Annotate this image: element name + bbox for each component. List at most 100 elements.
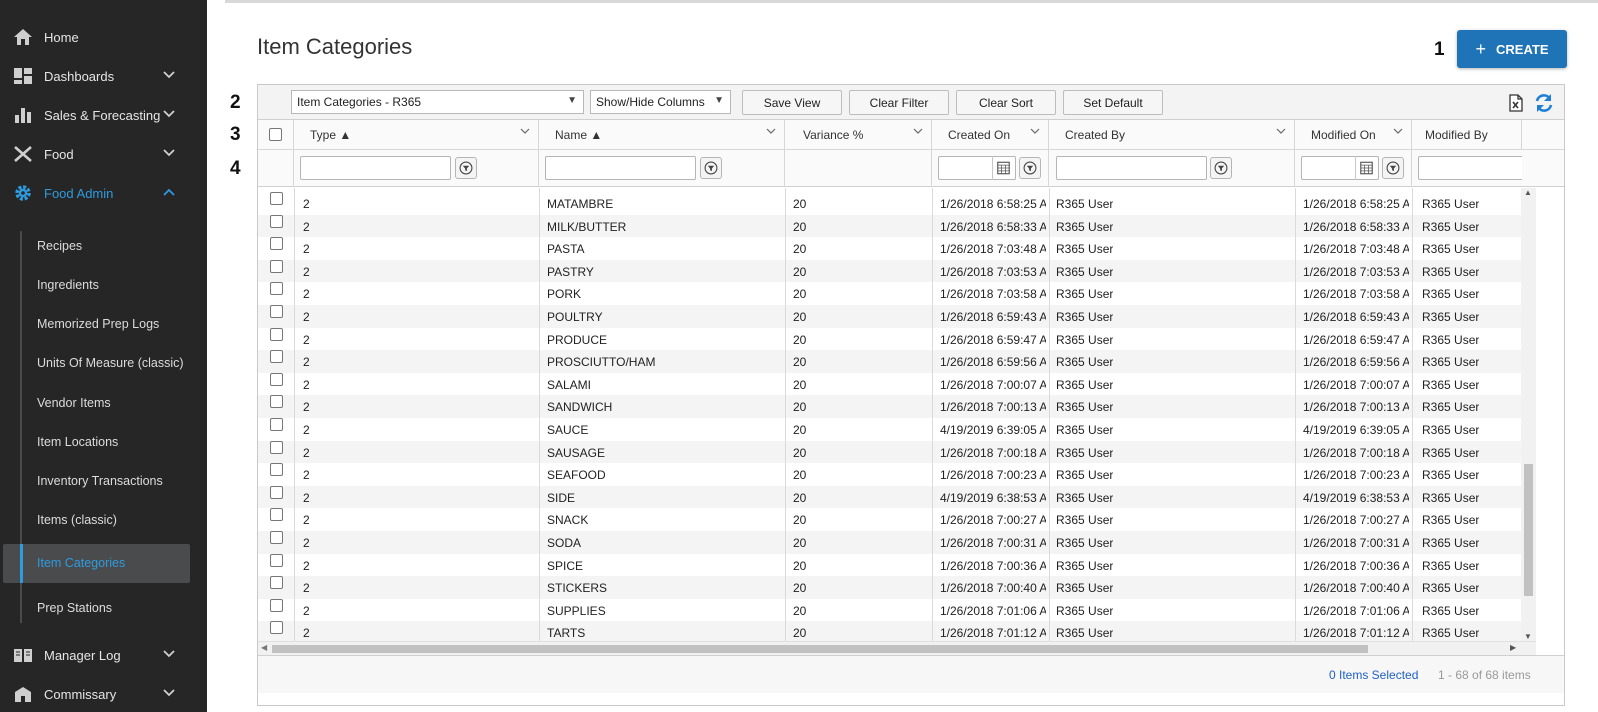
nav-sales-forecasting[interactable]: Sales & Forecasting xyxy=(0,98,207,132)
sub-item-inventory-transactions[interactable]: Inventory Transactions xyxy=(0,464,207,498)
table-row[interactable]: 2 PASTRY 20 1/26/2018 7:03:53 AM R365 User 1/… xyxy=(258,259,1521,283)
row-checkbox[interactable] xyxy=(270,327,283,341)
modified-by-filter-input[interactable] xyxy=(1418,156,1522,180)
scroll-down-icon[interactable]: ▼ xyxy=(1524,632,1532,641)
row-checkbox[interactable] xyxy=(270,237,283,251)
column-header-name[interactable]: Name ▲ xyxy=(539,120,785,150)
table-row[interactable]: 2 SUPPLIES 20 1/26/2018 7:01:06 AM R365 User… xyxy=(258,598,1521,622)
table-row[interactable]: 2 SANDWICH 20 1/26/2018 7:00:13 AM R365 User… xyxy=(258,395,1521,418)
horizontal-scrollbar[interactable]: ◀ ▶ xyxy=(258,641,1536,655)
row-checkbox[interactable] xyxy=(270,508,283,522)
row-checkbox[interactable] xyxy=(270,372,283,386)
row-checkbox[interactable] xyxy=(270,463,283,477)
chevron-down-icon[interactable] xyxy=(766,126,776,136)
sub-item-items-classic[interactable]: Items (classic) xyxy=(0,503,207,537)
create-button[interactable]: + CREATE xyxy=(1457,30,1567,68)
nav-manager-log[interactable]: Manager Log xyxy=(0,638,207,672)
row-checkbox[interactable] xyxy=(270,598,283,612)
column-header-modified-by[interactable]: Modified By xyxy=(1412,120,1522,150)
column-header-created-by[interactable]: Created By xyxy=(1049,120,1295,150)
chevron-down-icon[interactable] xyxy=(162,647,176,661)
table-row[interactable]: 2 PROSCIUTTO/HAM 20 1/26/2018 6:59:56 AM R36… xyxy=(258,350,1521,373)
table-row[interactable]: 2 SEAFOOD 20 1/26/2018 7:00:23 AM R365 User 1… xyxy=(258,463,1521,486)
chevron-down-icon[interactable] xyxy=(162,68,176,82)
sub-item-memorized-prep-logs[interactable]: Memorized Prep Logs xyxy=(0,307,207,341)
sub-item-item-categories[interactable]: Item Categories xyxy=(3,544,190,583)
type-filter-input[interactable] xyxy=(300,156,451,180)
filter-icon[interactable] xyxy=(455,157,477,179)
chevron-down-icon[interactable] xyxy=(1030,126,1040,136)
row-checkbox[interactable] xyxy=(270,418,283,431)
table-row[interactable]: 2 SALAMI 20 1/26/2018 7:00:07 AM R365 User 1/… xyxy=(258,372,1521,396)
clear-sort-button[interactable]: Clear Sort xyxy=(956,90,1056,115)
chevron-down-icon[interactable] xyxy=(1393,126,1403,136)
chevron-down-icon[interactable] xyxy=(162,146,176,160)
row-checkbox[interactable] xyxy=(270,531,283,544)
filter-icon[interactable] xyxy=(1210,157,1232,179)
nav-food[interactable]: Food xyxy=(0,137,207,171)
columns-select[interactable]: Show/Hide Columns ▼ xyxy=(590,90,731,114)
sub-item-recipes[interactable]: Recipes xyxy=(0,229,207,263)
chevron-down-icon[interactable] xyxy=(162,107,176,121)
filter-icon[interactable] xyxy=(1382,157,1404,179)
column-header-modified-on[interactable]: Modified On xyxy=(1295,120,1412,150)
vertical-scrollbar[interactable]: ▲ ▼ xyxy=(1521,188,1536,646)
table-row[interactable]: 2 SODA 20 1/26/2018 7:00:31 AM R365 User 1/26… xyxy=(258,531,1521,554)
refresh-icon[interactable] xyxy=(1534,93,1554,113)
row-checkbox[interactable] xyxy=(270,395,283,409)
row-checkbox[interactable] xyxy=(270,621,283,635)
created-by-filter-input[interactable] xyxy=(1056,156,1207,180)
calendar-icon[interactable] xyxy=(992,156,1014,180)
name-filter-input[interactable] xyxy=(545,156,696,180)
row-checkbox[interactable] xyxy=(270,440,283,454)
select-all-checkbox[interactable] xyxy=(269,128,282,141)
sub-item-vendor-items[interactable]: Vendor Items xyxy=(0,386,207,420)
table-row[interactable]: 2 SPICE 20 1/26/2018 7:00:36 AM R365 User 1/2… xyxy=(258,553,1521,577)
row-checkbox[interactable] xyxy=(270,192,283,205)
column-header-type[interactable]: Type ▲ xyxy=(294,120,539,150)
nav-food-admin[interactable]: Food Admin xyxy=(0,176,207,210)
table-row[interactable]: 2 POULTRY 20 1/26/2018 6:59:43 AM R365 User 1… xyxy=(258,305,1521,328)
chevron-down-icon[interactable] xyxy=(913,126,923,136)
nav-dashboards[interactable]: Dashboards xyxy=(0,59,207,93)
table-row[interactable]: 2 SIDE 20 4/19/2019 6:38:53 AM R365 User 4/19… xyxy=(258,485,1521,509)
row-checkbox[interactable] xyxy=(270,214,283,228)
table-row[interactable]: 2 PRODUCE 20 1/26/2018 6:59:47 AM R365 User 1… xyxy=(258,327,1521,351)
row-checkbox[interactable] xyxy=(270,553,283,567)
row-checkbox[interactable] xyxy=(270,576,283,590)
view-select[interactable]: Item Categories - R365 ▼ xyxy=(291,90,584,114)
vertical-scroll-thumb[interactable] xyxy=(1524,464,1533,596)
chevron-up-icon[interactable] xyxy=(162,185,176,199)
scroll-up-icon[interactable]: ▲ xyxy=(1524,188,1532,197)
row-checkbox[interactable] xyxy=(270,350,283,364)
row-checkbox[interactable] xyxy=(270,305,283,318)
table-row[interactable]: 2 STICKERS 20 1/26/2018 7:00:40 AM R365 User… xyxy=(258,576,1521,599)
table-row[interactable]: 2 MILK/BUTTER 20 1/26/2018 6:58:33 AM R365 U… xyxy=(258,214,1521,238)
table-row[interactable]: 2 SAUSAGE 20 1/26/2018 7:00:18 AM R365 User 1… xyxy=(258,440,1521,464)
horizontal-scroll-thumb[interactable] xyxy=(272,645,1368,653)
table-row[interactable]: 2 SNACK 20 1/26/2018 7:00:27 AM R365 User 1/2… xyxy=(258,508,1521,531)
nav-commissary[interactable]: Commissary xyxy=(0,677,207,711)
chevron-down-icon[interactable] xyxy=(520,126,530,136)
row-checkbox[interactable] xyxy=(270,282,283,296)
nav-home[interactable]: Home xyxy=(0,20,207,54)
column-header-created-on[interactable]: Created On xyxy=(932,120,1049,150)
column-header-variance[interactable]: Variance % xyxy=(785,120,932,150)
chevron-down-icon[interactable] xyxy=(162,686,176,700)
sub-item-ingredients[interactable]: Ingredients xyxy=(0,268,207,302)
filter-icon[interactable] xyxy=(1019,157,1041,179)
export-excel-icon[interactable] xyxy=(1506,93,1526,113)
table-row[interactable]: 2 PORK 20 1/26/2018 7:03:58 AM R365 User 1/26… xyxy=(258,282,1521,305)
sub-item-units-of-measure[interactable]: Units Of Measure (classic) xyxy=(0,346,207,380)
save-view-button[interactable]: Save View xyxy=(742,90,842,115)
set-default-button[interactable]: Set Default xyxy=(1063,90,1163,115)
row-checkbox[interactable] xyxy=(270,259,283,273)
scroll-right-icon[interactable]: ▶ xyxy=(1510,643,1516,652)
table-row[interactable]: 2 PASTA 20 1/26/2018 7:03:48 AM R365 User 1/2… xyxy=(258,237,1521,260)
clear-filter-button[interactable]: Clear Filter xyxy=(849,90,949,115)
sub-item-prep-stations[interactable]: Prep Stations xyxy=(0,591,207,625)
row-checkbox[interactable] xyxy=(270,485,283,499)
filter-icon[interactable] xyxy=(700,157,722,179)
scroll-left-icon[interactable]: ◀ xyxy=(261,643,267,652)
table-row[interactable]: 2 SAUCE 20 4/19/2019 6:39:05 AM R365 User 4/1… xyxy=(258,418,1521,441)
